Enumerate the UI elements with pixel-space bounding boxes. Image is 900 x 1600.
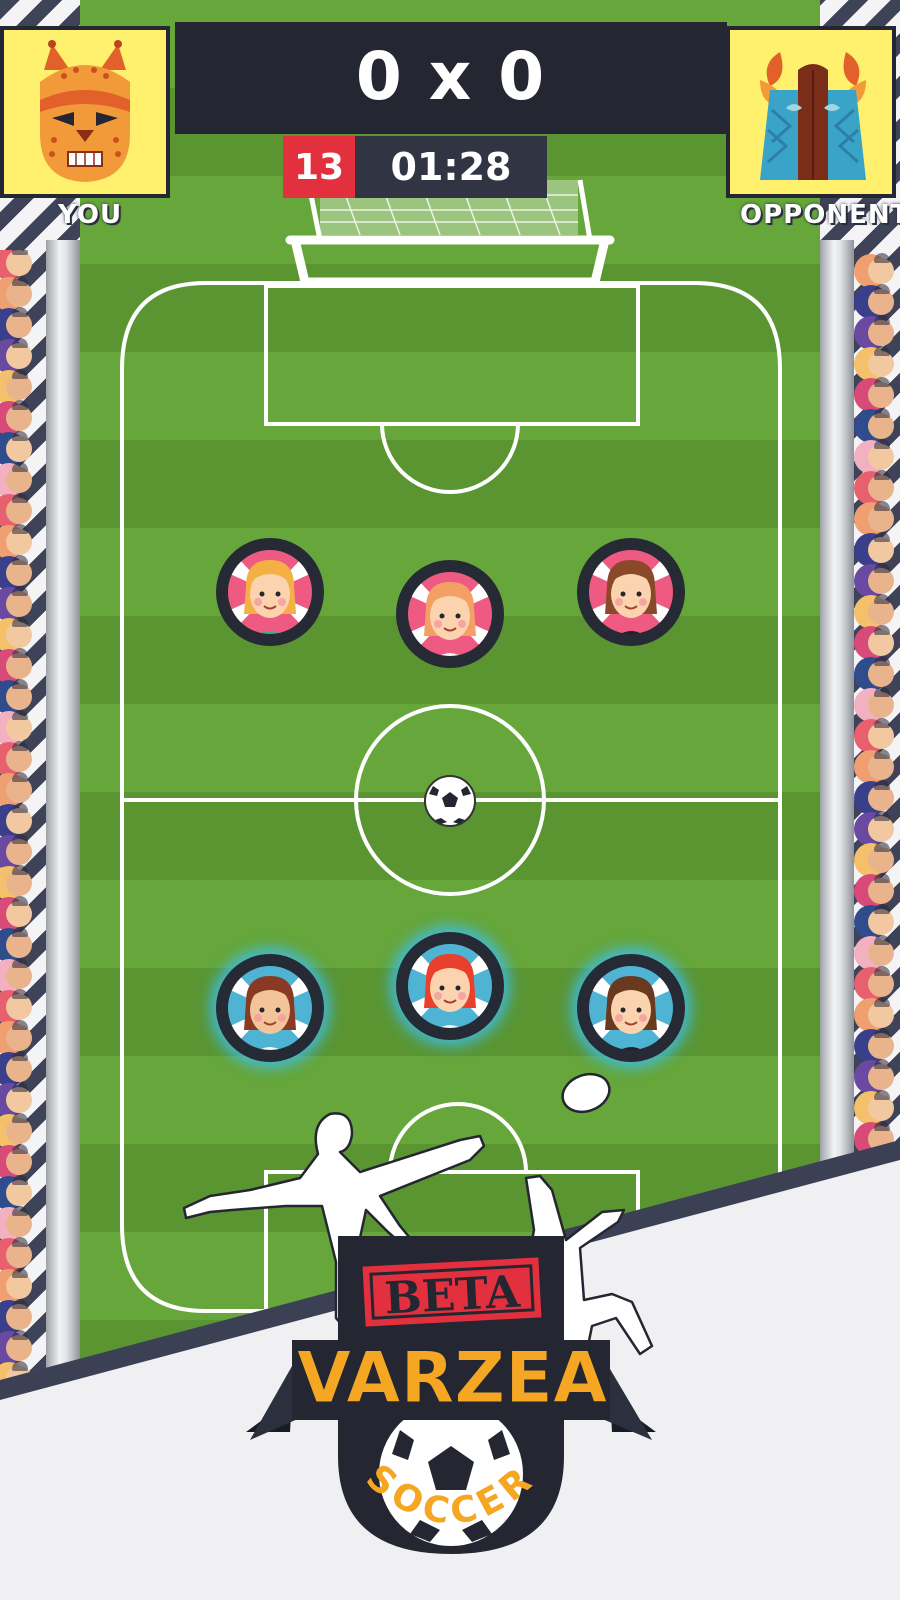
- beta-badge: BETA: [383, 1266, 522, 1324]
- game-title: VARZEA: [297, 1337, 607, 1419]
- game-screen: 0 x 0 13 01:28 YOU OPPONENT BETA VARZEA …: [0, 0, 900, 1600]
- varzea-soccer-logo: BETA VARZEA SOCCER: [182, 1072, 656, 1554]
